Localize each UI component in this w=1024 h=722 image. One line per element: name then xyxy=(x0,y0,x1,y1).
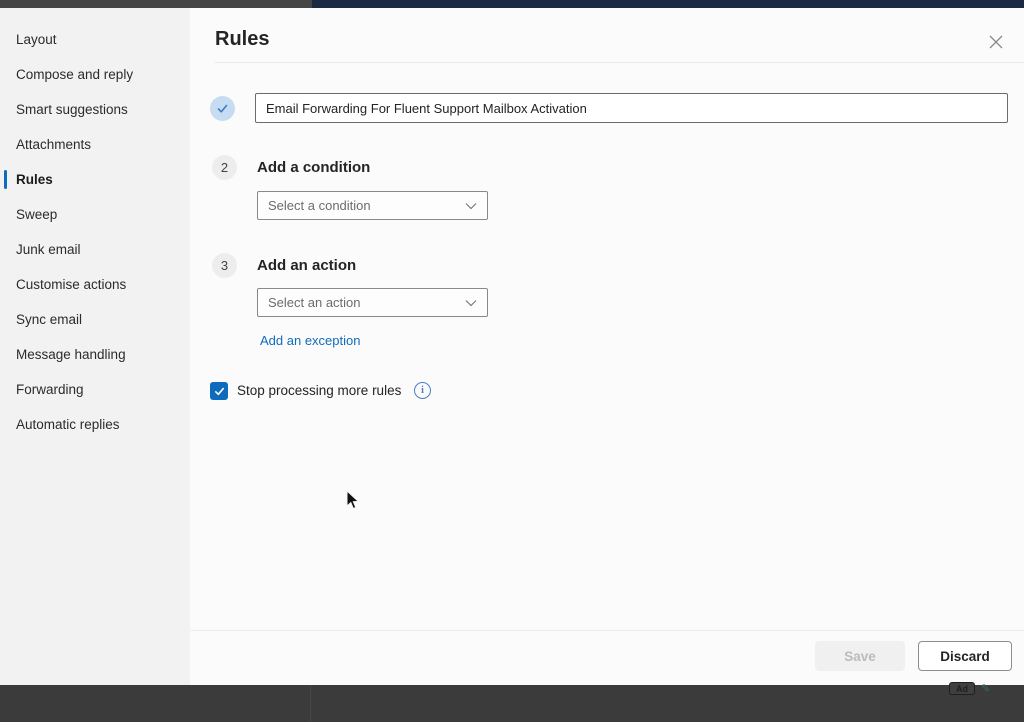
sidebar-item-label: Automatic replies xyxy=(16,417,120,432)
discard-button[interactable]: Discard xyxy=(918,641,1012,671)
chevron-down-icon xyxy=(465,299,477,307)
sidebar-item-label: Customise actions xyxy=(16,277,126,292)
sidebar-item-attachments[interactable]: Attachments xyxy=(0,127,190,162)
close-icon xyxy=(989,35,1003,49)
background-seam xyxy=(310,685,311,722)
sidebar-item-label: Compose and reply xyxy=(16,67,133,82)
page-title: Rules xyxy=(215,28,269,51)
footer-divider xyxy=(190,630,1024,631)
sidebar-item-label: Attachments xyxy=(16,137,91,152)
rule-name-input[interactable] xyxy=(255,93,1008,123)
sidebar-item-label: Sweep xyxy=(16,207,57,222)
stop-processing-checkbox[interactable] xyxy=(210,382,228,400)
step-3-badge: 3 xyxy=(212,253,237,278)
action-select-placeholder: Select an action xyxy=(268,295,361,310)
step-2-badge: 2 xyxy=(212,155,237,180)
settings-sidebar: Layout Compose and reply Smart suggestio… xyxy=(0,8,190,685)
add-exception-link[interactable]: Add an exception xyxy=(260,333,360,348)
step-number: 3 xyxy=(221,258,228,273)
sidebar-item-label: Layout xyxy=(16,32,57,47)
info-icon[interactable]: i xyxy=(414,382,431,399)
sidebar-item-sweep[interactable]: Sweep xyxy=(0,197,190,232)
sidebar-item-label: Message handling xyxy=(16,347,126,362)
checkmark-icon xyxy=(216,102,229,115)
sidebar-item-customise-actions[interactable]: Customise actions xyxy=(0,267,190,302)
action-select[interactable]: Select an action xyxy=(257,288,488,317)
top-chrome-strip xyxy=(0,0,1024,8)
sidebar-item-sync-email[interactable]: Sync email xyxy=(0,302,190,337)
sidebar-item-automatic-replies[interactable]: Automatic replies xyxy=(0,407,190,442)
close-button[interactable] xyxy=(986,32,1006,52)
condition-select[interactable]: Select a condition xyxy=(257,191,488,220)
sidebar-item-rules[interactable]: Rules xyxy=(0,162,190,197)
add-action-label: Add an action xyxy=(257,257,356,274)
add-condition-label: Add a condition xyxy=(257,159,370,176)
pen-icon: ✎ xyxy=(981,682,990,695)
header-divider xyxy=(215,62,1024,63)
sidebar-item-label: Sync email xyxy=(16,312,82,327)
sidebar-item-message-handling[interactable]: Message handling xyxy=(0,337,190,372)
sidebar-item-junk-email[interactable]: Junk email xyxy=(0,232,190,267)
step-1-complete-badge xyxy=(210,96,235,121)
save-button[interactable]: Save xyxy=(815,641,905,671)
sidebar-item-label: Junk email xyxy=(16,242,81,257)
rules-settings-panel: Rules 2 Add a condition Select a conditi… xyxy=(190,8,1024,685)
sidebar-item-smart-suggestions[interactable]: Smart suggestions xyxy=(0,92,190,127)
active-indicator-bar xyxy=(4,170,7,189)
step-number: 2 xyxy=(221,160,228,175)
sidebar-item-compose-and-reply[interactable]: Compose and reply xyxy=(0,57,190,92)
sidebar-item-layout[interactable]: Layout xyxy=(0,22,190,57)
stop-processing-label: Stop processing more rules xyxy=(237,383,401,398)
chevron-down-icon xyxy=(465,202,477,210)
background-content-band: Ad ✎ xyxy=(0,685,1024,722)
sidebar-item-label: Forwarding xyxy=(16,382,84,397)
top-strip-right xyxy=(312,0,1024,8)
ad-badge: Ad xyxy=(949,682,975,695)
sidebar-item-label: Smart suggestions xyxy=(16,102,128,117)
sidebar-item-label: Rules xyxy=(16,172,53,187)
checkmark-icon xyxy=(214,386,225,397)
sidebar-item-forwarding[interactable]: Forwarding xyxy=(0,372,190,407)
top-strip-left xyxy=(0,0,312,8)
condition-select-placeholder: Select a condition xyxy=(268,198,371,213)
